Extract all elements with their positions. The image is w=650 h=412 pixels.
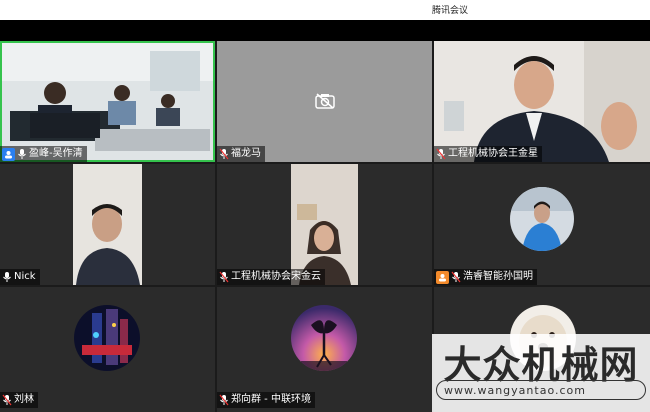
avatar: [291, 305, 357, 371]
microphone-muted-icon: [451, 271, 461, 283]
microphone-muted-icon: [219, 394, 229, 406]
watermark-url: www.wangyantao.com: [444, 384, 586, 397]
camera-off-icon: [315, 93, 335, 113]
participant-label: 刘林: [0, 392, 38, 408]
participant-name: 盈峰-吴作清: [29, 148, 83, 159]
avatar: [74, 305, 140, 371]
microphone-muted-icon: [2, 394, 12, 406]
participant-name: Nick: [14, 271, 36, 282]
microphone-muted-icon: [219, 148, 229, 160]
participant-label: 郑向群 - 中联环境: [217, 392, 315, 408]
participant-label: 盈峰-吴作清: [0, 146, 87, 162]
microphone-icon: [2, 271, 12, 283]
participant-tile[interactable]: 工程机械协会王金星: [434, 41, 650, 162]
toolbar-strip: [0, 20, 650, 41]
participant-label: 浩睿智能孙国明: [434, 269, 537, 285]
participant-tile[interactable]: 郑向群 - 中联环境: [217, 287, 432, 412]
participant-label: Nick: [0, 269, 40, 285]
watermark: 大众机械网 www.wangyantao.com: [432, 334, 650, 412]
title-bar: 腾讯会议: [0, 0, 650, 20]
participant-tile[interactable]: Nick: [0, 164, 215, 285]
participant-label: 工程机械协会王金星: [434, 146, 542, 162]
video-feed: [434, 41, 650, 162]
video-feed: [0, 164, 215, 285]
microphone-icon: [17, 148, 27, 160]
host-icon: [2, 147, 15, 161]
participant-tile[interactable]: 盈峰-吴作清: [0, 41, 215, 162]
avatar: [510, 187, 574, 251]
participant-tile[interactable]: 刘林: [0, 287, 215, 412]
participant-tile[interactable]: 工程机械协会宋金云: [217, 164, 432, 285]
video-feed: [217, 164, 432, 285]
participant-name: 福龙马: [231, 148, 261, 159]
participant-label: 福龙马: [217, 146, 265, 162]
participant-name: 郑向群 - 中联环境: [231, 394, 311, 405]
participant-label: 工程机械协会宋金云: [217, 269, 325, 285]
window-title: 腾讯会议: [432, 6, 469, 16]
participant-name: 工程机械协会王金星: [448, 148, 538, 159]
participant-tile[interactable]: 浩睿智能孙国明: [434, 164, 650, 285]
video-feed: [0, 41, 215, 162]
participant-tile[interactable]: 福龙马: [217, 41, 432, 162]
user-badge-icon: [436, 270, 449, 284]
participant-name: 工程机械协会宋金云: [231, 271, 321, 282]
microphone-muted-icon: [219, 271, 229, 283]
participant-name: 刘林: [14, 394, 34, 405]
microphone-muted-icon: [436, 148, 446, 160]
participant-name: 浩睿智能孙国明: [463, 271, 533, 282]
